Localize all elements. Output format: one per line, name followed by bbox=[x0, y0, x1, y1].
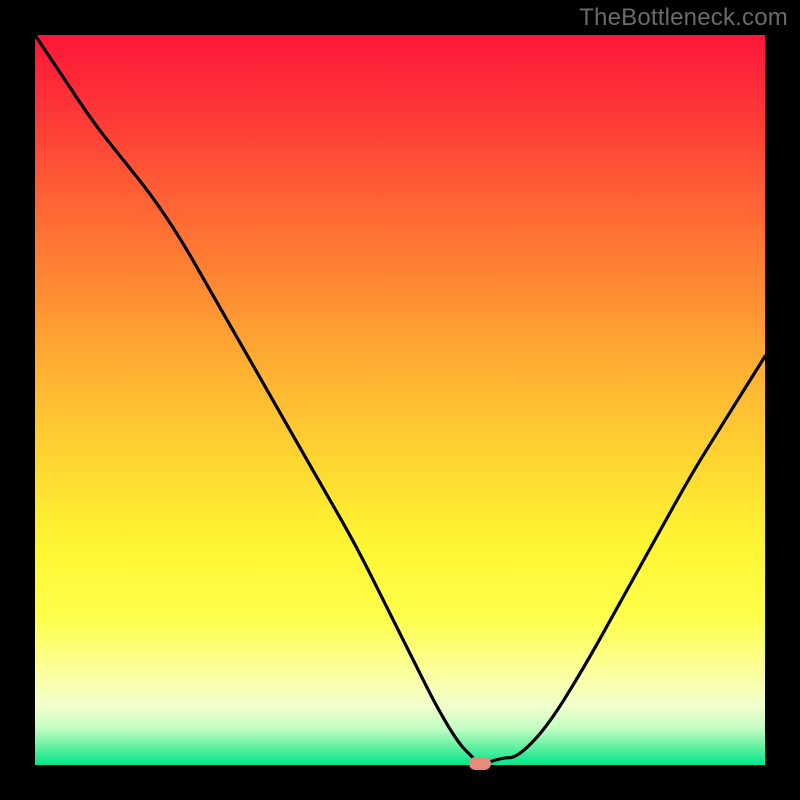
watermark-text: TheBottleneck.com bbox=[579, 4, 788, 32]
optimal-point-marker bbox=[469, 757, 491, 770]
plot-background bbox=[35, 35, 765, 765]
chart-frame: TheBottleneck.com bbox=[0, 0, 800, 800]
bottleneck-plot bbox=[35, 35, 765, 765]
